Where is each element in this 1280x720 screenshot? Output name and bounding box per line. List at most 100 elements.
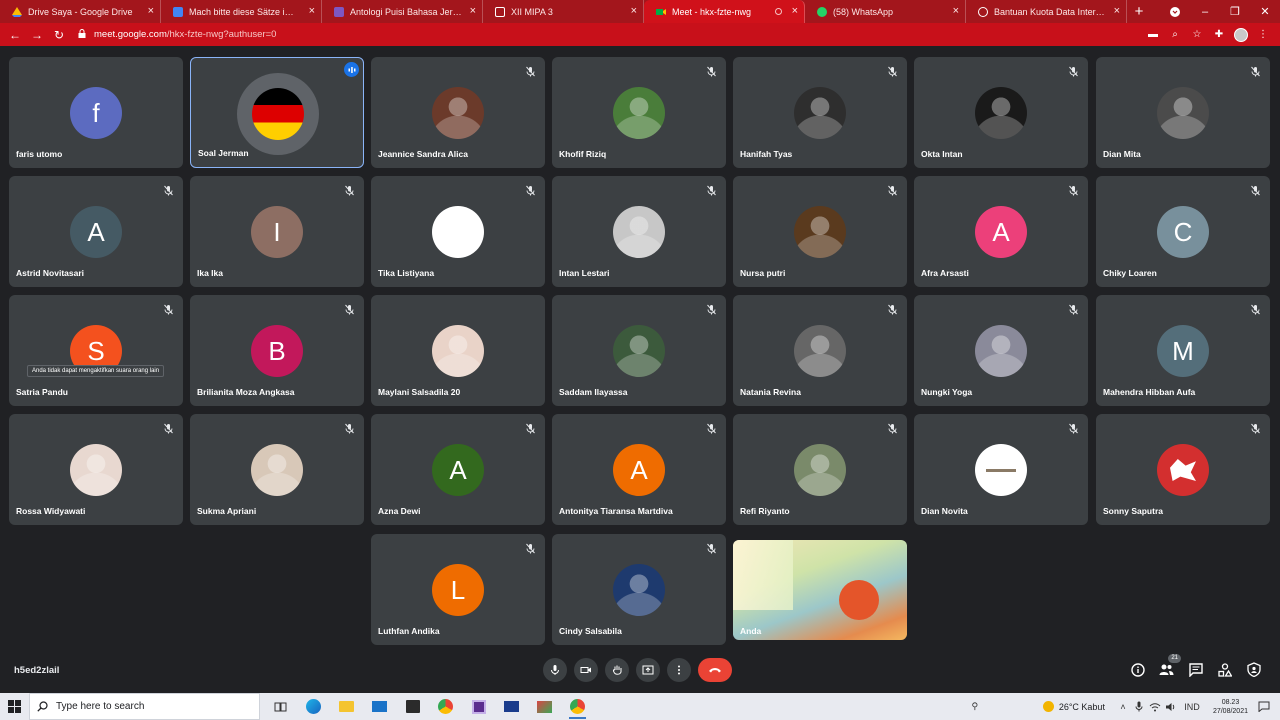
- mail-app[interactable]: [363, 693, 396, 720]
- close-tab-icon[interactable]: ×: [792, 5, 798, 17]
- zoom-icon[interactable]: ⌕: [1164, 23, 1186, 46]
- chat-button[interactable]: [1187, 661, 1204, 678]
- more-vert-icon: [678, 665, 680, 675]
- mic-off-icon: [887, 302, 898, 315]
- clock[interactable]: 08.23 27/08/2021: [1213, 698, 1248, 716]
- close-tab-icon[interactable]: ×: [470, 5, 476, 17]
- more-options-button[interactable]: [667, 658, 691, 682]
- participant-tile[interactable]: S Anda tidak dapat mengaktifkan suara ora…: [9, 295, 183, 406]
- participant-tile[interactable]: Rossa Widyawati: [9, 414, 183, 525]
- tab-forms[interactable]: Antologi Puisi Bahasa Jerman - ( ×: [322, 0, 483, 23]
- participant-tile[interactable]: A Azna Dewi: [371, 414, 545, 525]
- file-explorer-app[interactable]: [330, 693, 363, 720]
- close-tab-icon[interactable]: ×: [309, 5, 315, 17]
- microphone-tray-icon[interactable]: [1131, 693, 1147, 720]
- store-app[interactable]: [396, 693, 429, 720]
- shield-icon: [1246, 662, 1261, 677]
- present-screen-button[interactable]: [636, 658, 660, 682]
- meeting-info-button[interactable]: [1129, 661, 1146, 678]
- participant-tile[interactable]: Cindy Salsabila: [552, 534, 726, 645]
- google-forms-icon: [334, 6, 344, 17]
- tab-whatsapp[interactable]: (58) WhatsApp ×: [805, 0, 966, 23]
- downloads-app[interactable]: [528, 693, 561, 720]
- camera-button[interactable]: [574, 658, 598, 682]
- participant-tile[interactable]: L Luthfan Andika: [371, 534, 545, 645]
- participant-tile[interactable]: Maylani Salsadila 20: [371, 295, 545, 406]
- participant-tile[interactable]: Hanifah Tyas: [733, 57, 907, 168]
- edge-app[interactable]: [297, 693, 330, 720]
- mic-off-icon: [344, 183, 355, 196]
- menu-dots-icon[interactable]: ⋮: [1252, 23, 1274, 46]
- participant-tile[interactable]: C Chiky Loaren: [1096, 176, 1270, 287]
- participant-tile[interactable]: A Antonitya Tiaransa Martdiva: [552, 414, 726, 525]
- close-window-icon[interactable]: ✕: [1250, 0, 1280, 23]
- language-indicator[interactable]: IND: [1179, 693, 1205, 720]
- tab-drive[interactable]: Drive Saya - Google Drive ×: [0, 0, 161, 23]
- participant-tile[interactable]: Jeannice Sandra Alica: [371, 57, 545, 168]
- participant-grid: f faris utomo Soal Jerman Jeannice Sandra A…: [9, 57, 1271, 647]
- close-tab-icon[interactable]: ×: [1114, 5, 1120, 17]
- participant-tile[interactable]: I Ika Ika: [190, 176, 364, 287]
- tab-docs[interactable]: Mach bitte diese Sätze im Präse ×: [161, 0, 322, 23]
- close-tab-icon[interactable]: ×: [148, 5, 154, 17]
- participant-tile[interactable]: Dian Mita: [1096, 57, 1270, 168]
- participant-tile[interactable]: Tika Listiyana: [371, 176, 545, 287]
- url-field[interactable]: meet.google.com/hkx-fzte-nwg?authuser=0: [78, 28, 1142, 41]
- taskbar-search[interactable]: Type here to search: [29, 693, 260, 720]
- participant-tile[interactable]: Sonny Saputra: [1096, 414, 1270, 525]
- new-tab-button[interactable]: +: [1127, 0, 1151, 23]
- start-button[interactable]: [0, 693, 29, 720]
- task-view-button[interactable]: [264, 693, 297, 720]
- participant-tile[interactable]: Nungki Yoga: [914, 295, 1088, 406]
- participant-tile[interactable]: f faris utomo: [9, 57, 183, 168]
- back-icon[interactable]: ←: [4, 23, 26, 46]
- participant-tile[interactable]: Natania Revina: [733, 295, 907, 406]
- participant-tile[interactable]: Intan Lestari: [552, 176, 726, 287]
- participant-tile[interactable]: Nursa putri: [733, 176, 907, 287]
- host-controls-button[interactable]: [1245, 661, 1262, 678]
- wifi-icon[interactable]: [1147, 693, 1163, 720]
- bookmark-star-icon[interactable]: ☆: [1186, 23, 1208, 46]
- profile-avatar[interactable]: [1230, 23, 1252, 46]
- participant-tile[interactable]: A Astrid Novitasari: [9, 176, 183, 287]
- presentation-app[interactable]: [495, 693, 528, 720]
- participant-tile[interactable]: M Mahendra Hibban Aufa: [1096, 295, 1270, 406]
- reload-icon[interactable]: ↻: [48, 23, 70, 46]
- tab-meet[interactable]: Meet - hkx-fzte-nwg ×: [644, 0, 805, 23]
- forward-icon[interactable]: →: [26, 23, 48, 46]
- chevron-up-icon[interactable]: ˄: [1115, 693, 1131, 720]
- clock-time: 08.23: [1221, 698, 1240, 706]
- participant-tile[interactable]: Saddam Ilayassa: [552, 295, 726, 406]
- tab-classroom[interactable]: XII MIPA 3 ×: [483, 0, 644, 23]
- leave-call-button[interactable]: [698, 658, 732, 682]
- participant-tile[interactable]: Anda: [733, 540, 907, 640]
- participant-tile[interactable]: B Brilianita Moza Angkasa: [190, 295, 364, 406]
- participant-tile[interactable]: Soal Jerman: [190, 57, 364, 168]
- camera-in-use-icon[interactable]: ▬: [1142, 23, 1164, 46]
- participant-tile[interactable]: Okta Intan: [914, 57, 1088, 168]
- weather-widget[interactable]: 26°C Kabut: [1042, 701, 1105, 712]
- people-button[interactable]: 21: [1158, 654, 1181, 678]
- participant-tile[interactable]: Khofif Riziq: [552, 57, 726, 168]
- participant-tile[interactable]: A Afra Arsasti: [914, 176, 1088, 287]
- raise-hand-button[interactable]: [605, 658, 629, 682]
- microphone-button[interactable]: [543, 658, 567, 682]
- close-tab-icon[interactable]: ×: [631, 5, 637, 17]
- restore-icon[interactable]: ❐: [1220, 0, 1250, 23]
- avatar: [252, 88, 304, 140]
- photo-app[interactable]: [462, 693, 495, 720]
- tab-kuota[interactable]: Bantuan Kuota Data Internet 20 ×: [966, 0, 1127, 23]
- people-tray-icon[interactable]: ⚲: [967, 693, 983, 720]
- volume-icon[interactable]: [1163, 693, 1179, 720]
- extensions-icon[interactable]: ✚: [1208, 23, 1230, 46]
- chrome-app[interactable]: [429, 693, 462, 720]
- chrome-active-app[interactable]: [561, 693, 594, 720]
- participant-tile[interactable]: Sukma Apriani: [190, 414, 364, 525]
- activities-button[interactable]: [1216, 661, 1233, 678]
- participant-tile[interactable]: Refi Riyanto: [733, 414, 907, 525]
- minimize-icon[interactable]: –: [1190, 0, 1220, 23]
- participant-tile[interactable]: Dian Novita: [914, 414, 1088, 525]
- close-tab-icon[interactable]: ×: [953, 5, 959, 17]
- notification-icon[interactable]: [1256, 693, 1272, 720]
- tab-search-icon[interactable]: [1160, 0, 1190, 23]
